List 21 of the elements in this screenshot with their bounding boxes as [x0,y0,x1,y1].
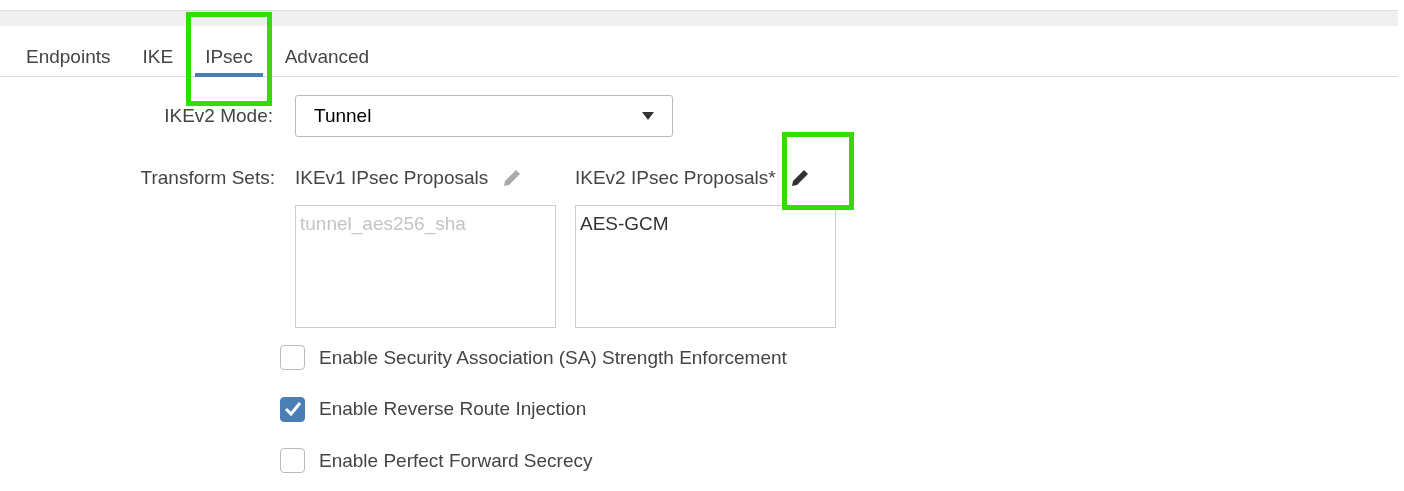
checkbox[interactable] [280,345,305,371]
checkbox-label: Enable Reverse Route Injection [319,397,587,421]
checkbox-label: Enable Perfect Forward Secrecy [319,448,593,473]
mode-select[interactable]: Tunnel [295,95,673,137]
checkbox[interactable] [280,396,305,422]
tab[interactable]: IKE [132,26,184,77]
tab[interactable]: IPsec [195,26,263,77]
tab[interactable]: Advanced [274,26,380,77]
check-icon [284,402,301,417]
tab[interactable]: Endpoints [16,26,121,77]
pencil-icon[interactable] [789,168,810,189]
list-item: AES-GCM [580,211,670,236]
proposal-list[interactable]: AES-GCM [575,204,836,328]
checkbox[interactable] [280,448,305,474]
column-heading: IKEv2 IPsec Proposals* [575,166,776,190]
column-heading: IKEv1 IPsec Proposals [295,166,489,190]
list-item: tunnel_aes256_sha [300,211,467,237]
field-label: Transform Sets: [139,166,276,190]
field-label: IKEv2 Mode: [163,103,274,128]
checkbox-label: Enable Security Association (SA) Strength Enforcement [319,345,787,370]
caret-icon [642,112,654,120]
